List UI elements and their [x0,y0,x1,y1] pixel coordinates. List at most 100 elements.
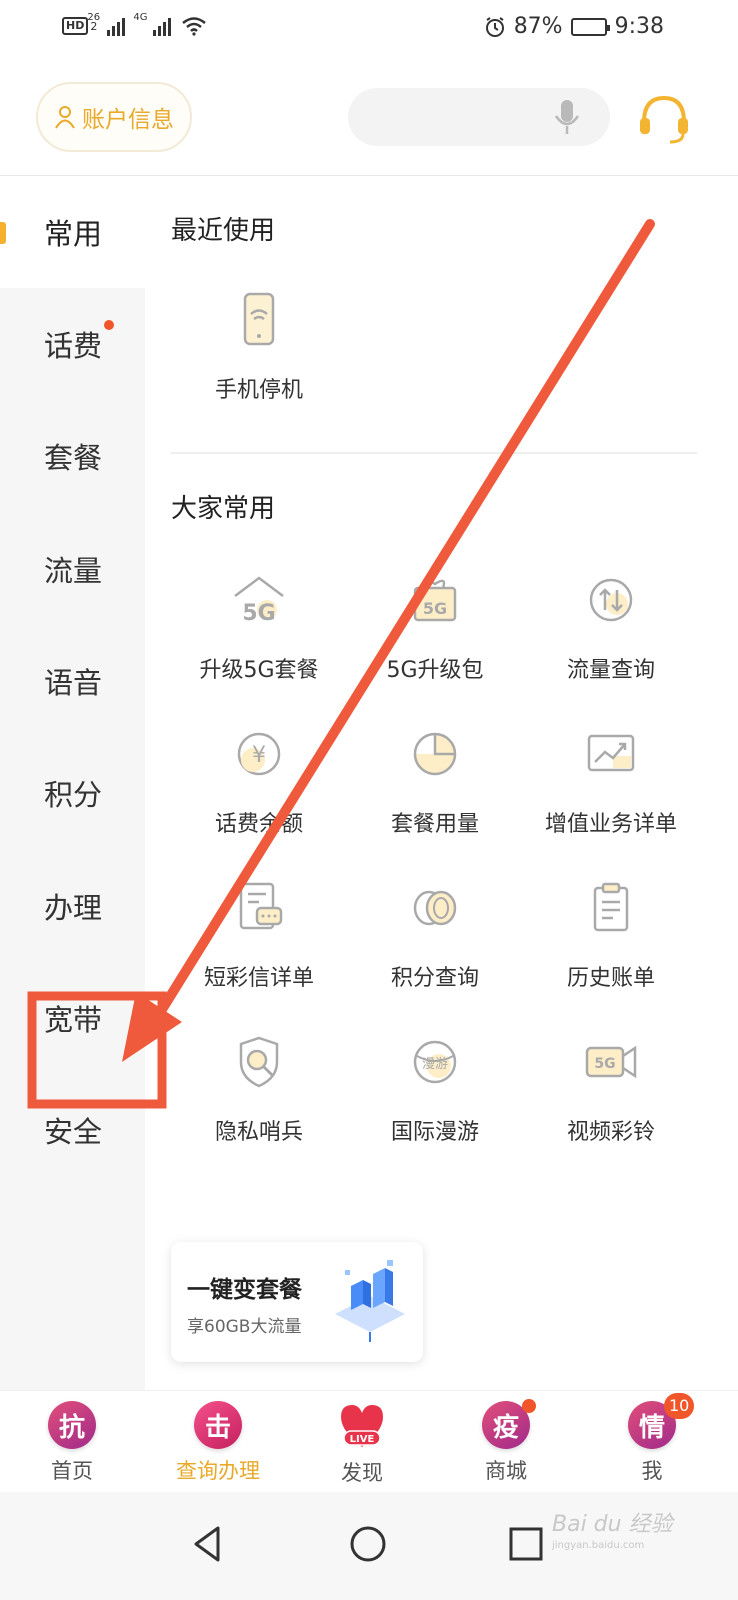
5g-video-icon: 5G [585,1045,637,1079]
baidu-watermark: Bai du 经验 jingyan.baidu.com [552,1506,673,1551]
watermark-sub: jingyan.baidu.com [552,1540,645,1551]
sidebar-item-label: 套餐 [44,441,103,475]
sidebar-item-label: 话费 [44,329,103,363]
nav-label: 我 [641,1459,663,1483]
section-divider [171,452,697,454]
service-label: 增值业务详单 [544,812,677,837]
svg-text:5G: 5G [423,599,447,618]
sidebar-item-label: 积分 [44,778,103,812]
bottom-navigation: 抗 首页 击 查询办理 LIVE 发现 疫 商城 情 10 我 [0,1390,738,1492]
notification-dot [522,1399,536,1413]
back-icon[interactable] [186,1522,230,1566]
service-privacy-guard[interactable]: 隐私哨兵 [171,1034,347,1174]
nav-label: 查询办理 [176,1459,260,1483]
service-upgrade-5g-plan[interactable]: 5G 升级5G套餐 [171,572,347,712]
service-phone-stop[interactable]: 手机停机 [171,292,347,432]
account-info-button[interactable]: 账户信息 [36,82,192,152]
wifi-icon [182,17,207,36]
nav-label: 首页 [51,1459,93,1483]
yuan-coin-icon: ¥ [237,732,281,776]
service-bill-history[interactable]: 历史账单 [523,880,699,1020]
service-intl-roaming[interactable]: 漫游 国际漫游 [347,1034,523,1174]
nav-label: 发现 [341,1461,383,1485]
sms-doc-icon [239,882,283,930]
signal-icon: 26 [87,12,126,36]
recent-section-title: 最近使用 [171,216,276,246]
service-label: 套餐用量 [390,812,479,837]
service-sms-details[interactable]: 短彩信详单 [171,880,347,1020]
service-label: 升级5G套餐 [199,658,319,683]
signal-4g-icon: 4G [133,12,172,36]
battery-percent: 87% [513,14,563,39]
sidebar-item-label: 流量 [44,554,103,588]
service-label: 国际漫游 [390,1120,479,1145]
clipboard-icon [593,882,629,932]
trend-chart-icon [587,734,635,772]
sidebar-item-plan[interactable]: 套餐 [0,400,145,512]
sidebar-item-handle[interactable]: 办理 [0,850,145,962]
clock: 9:38 [614,14,664,39]
service-label: 5G升级包 [386,658,484,683]
coins-icon [413,890,457,926]
data-arrows-icon [589,578,633,622]
service-label: 短彩信详单 [203,966,314,991]
recents-square-icon[interactable] [504,1522,548,1566]
service-points-query[interactable]: 积分查询 [347,880,523,1020]
app-header: 账户信息 [0,58,738,176]
sidebar-item-broadband[interactable]: 宽带 [0,962,145,1074]
promo-illustration-icon [335,1260,405,1342]
sidebar-item-label: 安全 [44,1115,103,1149]
phone-stop-icon [243,292,275,346]
service-label: 隐私哨兵 [214,1120,303,1145]
service-label: 历史账单 [566,966,655,991]
nav-query[interactable]: 击 查询办理 [158,1401,278,1493]
category-sidebar: 常用 话费 套餐 流量 语音 积分 办理 宽带 安全 [0,176,145,1390]
sidebar-item-common[interactable]: 常用 [0,176,145,288]
sidebar-item-label: 办理 [44,891,103,925]
search-input[interactable] [348,88,610,146]
nav-home[interactable]: 抗 首页 [12,1401,132,1493]
service-5g-pack[interactable]: 5G 5G升级包 [347,572,523,712]
nav-discover[interactable]: LIVE 发现 [302,1401,422,1493]
customer-service-icon[interactable] [636,94,692,146]
service-label: 积分查询 [390,966,479,991]
status-right: 87% 9:38 [484,14,664,39]
promo-title: 一键变套餐 [187,1277,302,1303]
sidebar-item-voice[interactable]: 语音 [0,625,145,737]
status-bar: HD 2 26 4G 87% 9:38 [0,0,738,58]
alarm-icon [485,16,504,37]
sidebar-item-label: 宽带 [44,1003,103,1037]
promo-card[interactable]: 一键变套餐 享60GB大流量 [171,1242,423,1362]
sidebar-item-bill[interactable]: 话费 [0,288,145,400]
nav-mall[interactable]: 疫 商城 [446,1399,566,1493]
svg-text:5G: 5G [242,601,275,626]
sidebar-item-points[interactable]: 积分 [0,737,145,849]
service-balance[interactable]: ¥ 话费余额 [171,726,347,866]
sidebar-item-security[interactable]: 安全 [0,1074,145,1186]
sidebar-item-data[interactable]: 流量 [0,513,145,625]
svg-text:LIVE: LIVE [350,1434,375,1445]
service-label: 流量查询 [566,658,655,683]
service-data-query[interactable]: 流量查询 [523,572,699,712]
user-icon [55,106,75,129]
nav-me[interactable]: 情 10 我 [592,1393,712,1493]
shield-search-icon [239,1036,279,1088]
sidebar-item-label: 常用 [44,217,103,251]
service-value-added-details[interactable]: 增值业务详单 [523,726,699,866]
sidebar-item-label: 语音 [44,666,103,700]
query-icon: 击 [194,1401,242,1449]
home-circle-icon[interactable] [346,1522,390,1566]
notification-dot [104,320,114,330]
5g-house-icon: 5G [234,576,284,626]
service-video-ringtone[interactable]: 5G 视频彩铃 [523,1034,699,1174]
service-label: 手机停机 [214,378,303,403]
promo-subtitle: 享60GB大流量 [187,1317,302,1337]
pie-chart-icon [413,732,457,776]
5g-gift-icon: 5G [413,579,457,622]
microphone-icon[interactable] [552,98,582,136]
hd-indicator: HD [62,17,89,35]
globe-roam-icon: 漫游 [413,1040,457,1084]
service-content: 最近使用 手机停机 大家常用 5G 升级5G套餐 5G 5G升级包 流量查询 ¥… [145,176,738,1390]
common-section-title: 大家常用 [171,494,276,524]
service-plan-usage[interactable]: 套餐用量 [347,726,523,866]
